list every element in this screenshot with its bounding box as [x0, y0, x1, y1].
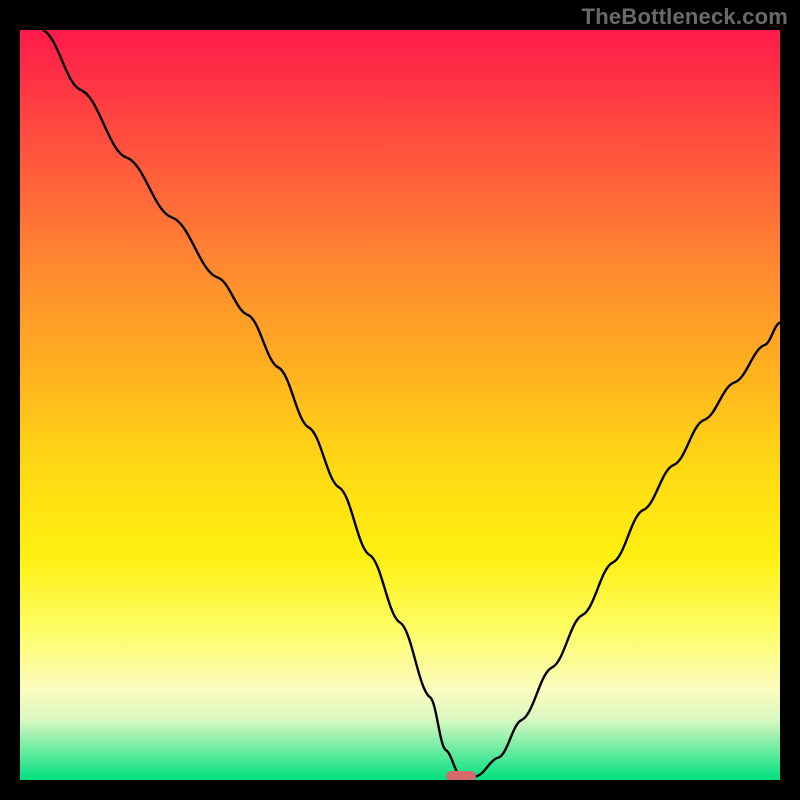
chart-frame: TheBottleneck.com [0, 0, 800, 800]
watermark-text: TheBottleneck.com [582, 4, 788, 30]
minimum-marker [446, 771, 476, 780]
chart-curve-svg [20, 30, 780, 780]
plot-area [20, 30, 780, 780]
bottleneck-curve-path [43, 30, 780, 776]
